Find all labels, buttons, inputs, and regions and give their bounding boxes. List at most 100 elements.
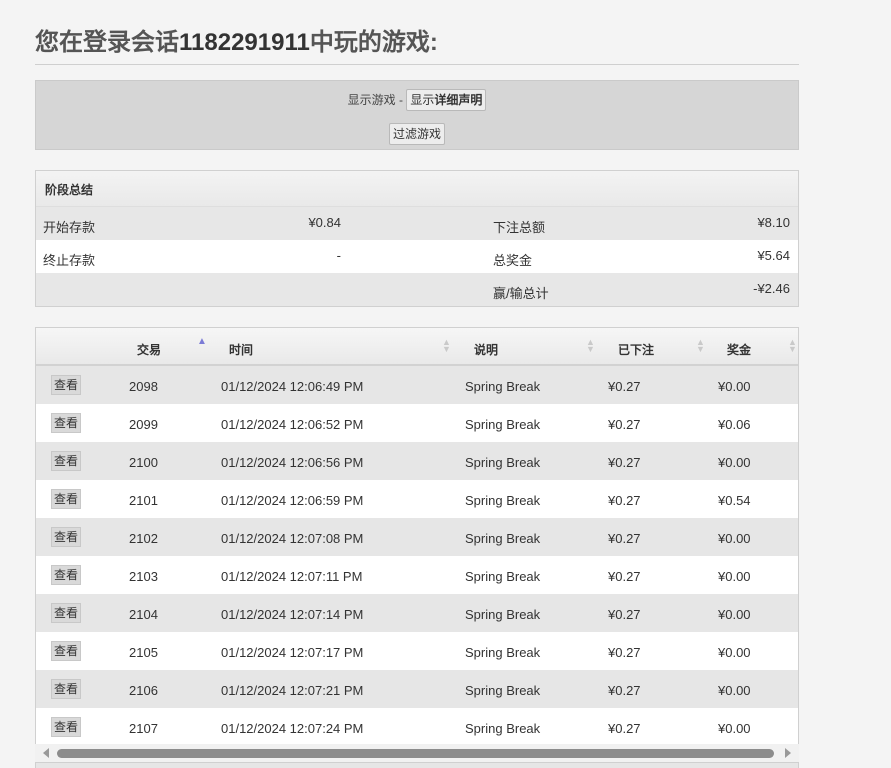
column-header-win[interactable]: 奖金	[727, 341, 751, 358]
cell-time: 01/12/2024 12:07:14 PM	[221, 607, 364, 622]
summary-value: ¥0.84	[308, 215, 341, 230]
cell-transaction: 2107	[129, 721, 158, 736]
view-button[interactable]: 查看	[51, 375, 82, 395]
sort-asc-icon[interactable]: ▲	[197, 337, 207, 347]
column-header-time[interactable]: 时间	[229, 341, 253, 358]
cell-description: Spring Break	[465, 607, 541, 622]
summary-label: 赢/输总计	[493, 286, 549, 301]
table-row: 查看 2107 01/12/2024 12:07:24 PM Spring Br…	[36, 708, 798, 746]
cell-bet: ¥0.27	[608, 645, 641, 660]
show-details-prefix: 显示	[410, 93, 435, 107]
cell-transaction: 2106	[129, 683, 158, 698]
cell-time: 01/12/2024 12:06:52 PM	[221, 417, 364, 432]
cell-time: 01/12/2024 12:06:59 PM	[221, 493, 364, 508]
scrollbar-thumb[interactable]	[57, 749, 774, 758]
table-row: 查看 2102 01/12/2024 12:07:08 PM Spring Br…	[36, 518, 798, 556]
sort-icon[interactable]: ▲ ▼	[696, 338, 705, 354]
view-button[interactable]: 查看	[51, 489, 82, 509]
view-button[interactable]: 查看	[51, 413, 82, 433]
table-next-row-edge	[35, 762, 799, 768]
view-button[interactable]: 查看	[51, 565, 82, 585]
cell-bet: ¥0.27	[608, 683, 641, 698]
session-id: 1182291911	[179, 29, 310, 56]
summary-row: 终止存款 - 总奖金 ¥5.64	[36, 240, 798, 273]
view-button[interactable]: 查看	[51, 451, 82, 471]
table-row: 查看 2106 01/12/2024 12:07:21 PM Spring Br…	[36, 670, 798, 708]
scroll-right-icon[interactable]	[785, 748, 791, 758]
summary-label: 总奖金	[493, 253, 533, 268]
cell-bet: ¥0.27	[608, 379, 641, 394]
summary-row: 赢/输总计 -¥2.46	[36, 273, 798, 306]
view-button[interactable]: 查看	[51, 603, 82, 623]
horizontal-scrollbar[interactable]	[35, 744, 799, 762]
show-details-button[interactable]: 显示详细声明	[406, 89, 487, 111]
cell-transaction: 2102	[129, 531, 158, 546]
show-games-line: 显示游戏 - 显示详细声明	[36, 89, 798, 111]
cell-description: Spring Break	[465, 455, 541, 470]
cell-win: ¥0.00	[718, 683, 751, 698]
cell-win: ¥0.00	[718, 531, 751, 546]
sort-icon[interactable]: ▲ ▼	[586, 338, 595, 354]
cell-time: 01/12/2024 12:07:21 PM	[221, 683, 364, 698]
summary-value: -	[336, 248, 341, 263]
cell-win: ¥0.54	[718, 493, 751, 508]
cell-time: 01/12/2024 12:07:24 PM	[221, 721, 364, 736]
cell-time: 01/12/2024 12:07:11 PM	[221, 569, 363, 584]
column-header-bet[interactable]: 已下注	[618, 341, 654, 358]
summary-value: -¥2.46	[753, 281, 790, 296]
page-title: 您在登录会话1182291911中玩的游戏:	[35, 22, 438, 57]
column-header-description[interactable]: 说明	[474, 341, 498, 358]
cell-transaction: 2098	[129, 379, 158, 394]
view-button[interactable]: 查看	[51, 717, 82, 737]
cell-win: ¥0.00	[718, 455, 751, 470]
cell-bet: ¥0.27	[608, 455, 641, 470]
cell-bet: ¥0.27	[608, 607, 641, 622]
cell-description: Spring Break	[465, 645, 541, 660]
table-row: 查看 2098 01/12/2024 12:06:49 PM Spring Br…	[36, 366, 798, 404]
cell-transaction: 2101	[129, 493, 158, 508]
cell-transaction: 2105	[129, 645, 158, 660]
cell-bet: ¥0.27	[608, 531, 641, 546]
cell-win: ¥0.00	[718, 607, 751, 622]
sort-icon[interactable]: ▲ ▼	[442, 338, 451, 354]
table-row: 查看 2099 01/12/2024 12:06:52 PM Spring Br…	[36, 404, 798, 442]
cell-time: 01/12/2024 12:06:49 PM	[221, 379, 364, 394]
table-row: 查看 2101 01/12/2024 12:06:59 PM Spring Br…	[36, 480, 798, 518]
cell-win: ¥0.00	[718, 721, 751, 736]
title-suffix: 中玩的游戏:	[309, 29, 438, 56]
show-details-bold: 详细声明	[434, 93, 483, 107]
view-button[interactable]: 查看	[51, 679, 82, 699]
summary-label: 终止存款	[43, 253, 96, 268]
summary-value: ¥5.64	[757, 248, 790, 263]
cell-time: 01/12/2024 12:07:17 PM	[221, 645, 364, 660]
title-prefix: 您在登录会话	[35, 29, 179, 56]
cell-win: ¥0.06	[718, 417, 751, 432]
cell-transaction: 2100	[129, 455, 158, 470]
cell-description: Spring Break	[465, 379, 541, 394]
filter-games-button[interactable]: 过滤游戏	[388, 123, 445, 145]
filter-button-row: 过滤游戏	[36, 123, 798, 145]
summary-title: 阶段总结	[36, 171, 798, 207]
summary-label: 下注总额	[493, 220, 546, 235]
summary-label: 开始存款	[43, 220, 96, 235]
view-button[interactable]: 查看	[51, 527, 82, 547]
show-games-label: 显示游戏 -	[347, 93, 403, 107]
column-header-transaction[interactable]: 交易	[137, 341, 161, 358]
cell-description: Spring Break	[465, 569, 541, 584]
title-divider	[35, 64, 799, 65]
cell-win: ¥0.00	[718, 379, 751, 394]
scroll-left-icon[interactable]	[43, 748, 49, 758]
cell-description: Spring Break	[465, 417, 541, 432]
transactions-table: 交易 ▲ 时间 ▲ ▼ 说明 ▲ ▼ 已下注 ▲ ▼ 奖金 ▲ ▼ 查看 2098 01…	[35, 327, 799, 768]
cell-transaction: 2103	[129, 569, 158, 584]
table-row: 查看 2105 01/12/2024 12:07:17 PM Spring Br…	[36, 632, 798, 670]
filter-panel: 显示游戏 - 显示详细声明 过滤游戏	[35, 80, 799, 150]
cell-win: ¥0.00	[718, 569, 751, 584]
view-button[interactable]: 查看	[51, 641, 82, 661]
summary-row: 开始存款 ¥0.84 下注总额 ¥8.10	[36, 207, 798, 240]
cell-bet: ¥0.27	[608, 493, 641, 508]
cell-time: 01/12/2024 12:06:56 PM	[221, 455, 364, 470]
cell-description: Spring Break	[465, 493, 541, 508]
sort-icon[interactable]: ▲ ▼	[788, 338, 797, 354]
cell-description: Spring Break	[465, 683, 541, 698]
